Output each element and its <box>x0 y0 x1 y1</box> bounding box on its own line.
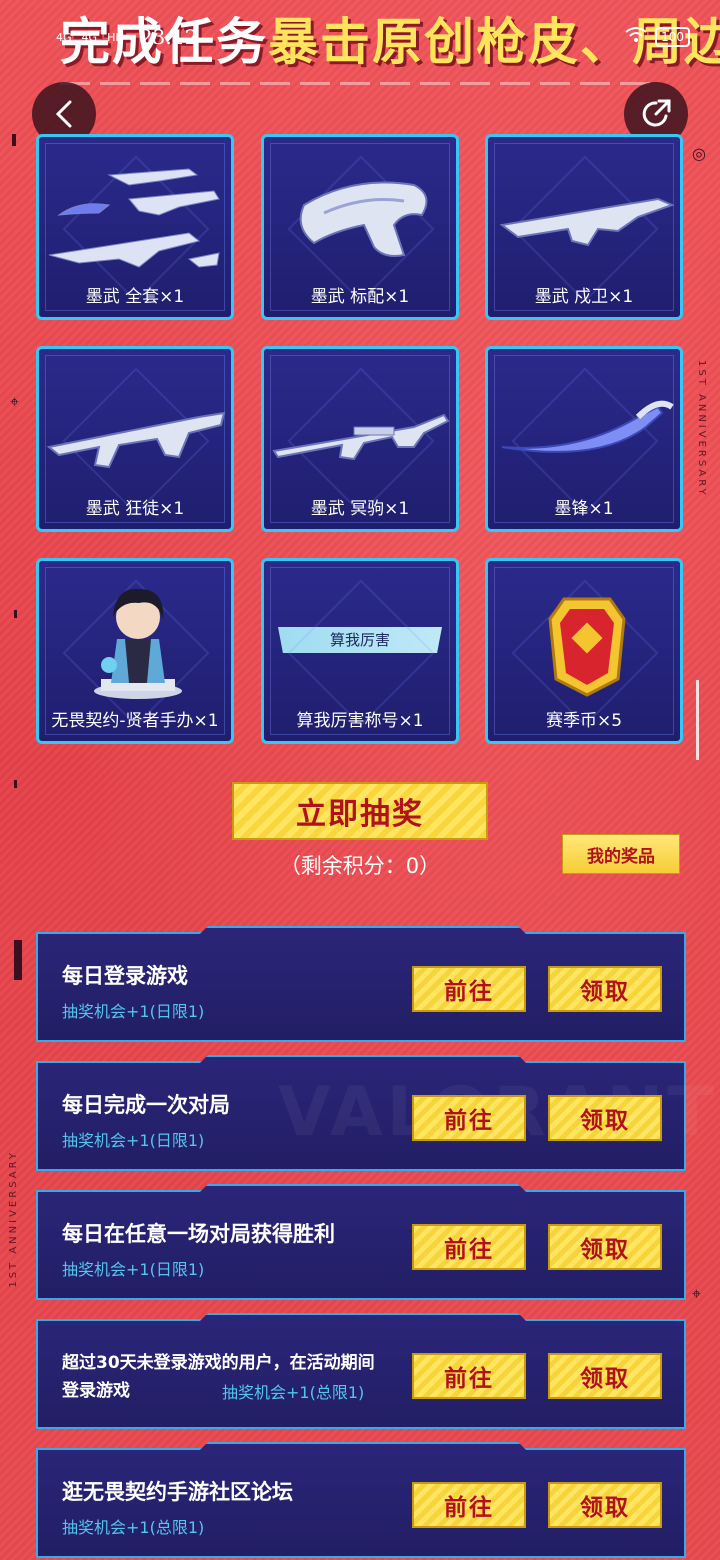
pistol-icon <box>299 181 428 257</box>
task-reward: 抽奖机会+1(日限1) <box>62 1131 205 1150</box>
task-card: 超过30天未登录游戏的用户，在活动期间登录游戏 抽奖机会+1(总限1) 前往 领… <box>36 1319 686 1429</box>
left-decoration: ⌖ 1ST ANNIVERSARY <box>8 120 28 1560</box>
title-badge-icon: 算我厉害 <box>278 627 442 653</box>
prize-label: 墨锋×1 <box>554 499 614 519</box>
signal-2: 4G <box>81 30 98 44</box>
go-button[interactable]: 前往 <box>412 1224 526 1270</box>
prize-label: 赛季币×5 <box>545 711 623 731</box>
claim-button[interactable]: 领取 <box>548 1095 662 1141</box>
title-underline <box>60 82 660 85</box>
task-name: 每日在任意一场对局获得胜利 <box>62 1222 335 1246</box>
battery-indicator: 100 <box>655 27 690 47</box>
prize-card[interactable]: 墨锋×1 <box>485 346 683 532</box>
rifle-icon <box>499 197 675 247</box>
weapon-set-icon <box>48 168 220 268</box>
task-card: 逛无畏契约手游社区论坛 抽奖机会+1(总限1) 前往 领取 <box>36 1448 686 1558</box>
claim-button[interactable]: 领取 <box>548 966 662 1012</box>
task-card: VALORANT 每日完成一次对局 抽奖机会+1(日限1) 前往 领取 <box>36 1061 714 1171</box>
go-button[interactable]: 前往 <box>412 1482 526 1528</box>
task-reward: 抽奖机会+1(日限1) <box>62 1002 205 1021</box>
prize-card[interactable]: 无畏契约-贤者手办×1 <box>36 558 234 744</box>
remaining-points: （剩余积分：0） <box>279 854 441 878</box>
anniversary-vertical-text-left: 1ST ANNIVERSARY <box>8 1150 19 1288</box>
task-name: 每日完成一次对局 <box>62 1093 230 1117</box>
prize-card[interactable]: 墨武 戍卫×1 <box>485 134 683 320</box>
prize-label: 无畏契约-贤者手办×1 <box>51 711 219 731</box>
task-reward: 抽奖机会+1(总限1) <box>62 1518 205 1537</box>
status-time: 23:12 <box>139 25 198 49</box>
prize-card[interactable]: 墨武 全套×1 <box>36 134 234 320</box>
task-name: 逛无畏契约手游社区论坛 <box>62 1480 293 1504</box>
assault-rifle-icon <box>46 411 226 469</box>
status-bar: 4G 4G HD 23:12 100 <box>56 22 690 52</box>
prize-label: 墨武 标配×1 <box>310 287 410 307</box>
prize-card[interactable]: 赛季币×5 <box>485 558 683 744</box>
prize-label: 墨武 狂徒×1 <box>85 499 185 519</box>
draw-now-button[interactable]: 立即抽奖 <box>232 782 488 840</box>
go-button[interactable]: 前往 <box>412 1353 526 1399</box>
my-prizes-button[interactable]: 我的奖品 <box>562 834 680 874</box>
hd-indicator: HD <box>107 30 124 44</box>
task-reward: 抽奖机会+1(日限1) <box>62 1260 205 1279</box>
claim-button[interactable]: 领取 <box>548 1224 662 1270</box>
prize-card[interactable]: 算我厉害 算我厉害称号×1 <box>261 558 459 744</box>
crosshair-icon: ⌖ <box>692 1284 702 1303</box>
task-card: 每日登录游戏 抽奖机会+1(日限1) 前往 领取 <box>36 932 686 1042</box>
anniversary-vertical-text-right: 1ST ANNIVERSARY <box>696 360 707 498</box>
wifi-icon <box>625 26 647 48</box>
claim-button[interactable]: 领取 <box>548 1353 662 1399</box>
right-decoration: ◎ 1ST ANNIVERSARY ⌖ <box>692 120 712 1560</box>
prize-card[interactable]: 墨武 冥驹×1 <box>261 346 459 532</box>
task-reward: 抽奖机会+1(总限1) <box>222 1383 365 1402</box>
prize-label: 墨武 戍卫×1 <box>534 287 634 307</box>
target-icon: ◎ <box>692 144 706 163</box>
signal-1: 4G <box>56 30 72 44</box>
figure-icon <box>94 588 182 699</box>
chevron-left-icon <box>55 100 72 128</box>
sniper-icon <box>272 413 450 461</box>
knife-icon <box>501 400 674 453</box>
task-name: 每日登录游戏 <box>62 964 188 988</box>
season-coin-icon <box>548 597 626 697</box>
prize-label: 算我厉害称号×1 <box>296 711 424 731</box>
crosshair-icon: ⌖ <box>10 392 20 411</box>
task-card: 每日在任意一场对局获得胜利 抽奖机会+1(日限1) 前往 领取 <box>36 1190 686 1300</box>
go-button[interactable]: 前往 <box>412 1095 526 1141</box>
go-button[interactable]: 前往 <box>412 966 526 1012</box>
prize-card[interactable]: 墨武 狂徒×1 <box>36 346 234 532</box>
prize-label: 墨武 冥驹×1 <box>310 499 410 519</box>
prize-card[interactable]: 墨武 标配×1 <box>261 134 459 320</box>
claim-button[interactable]: 领取 <box>548 1482 662 1528</box>
prize-label: 墨武 全套×1 <box>85 287 185 307</box>
share-icon <box>642 99 671 127</box>
